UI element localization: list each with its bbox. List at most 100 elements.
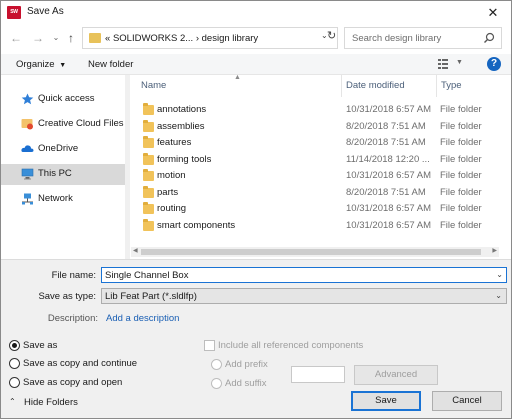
description-label: Description: bbox=[47, 313, 98, 324]
forward-arrow-icon[interactable]: → bbox=[31, 31, 45, 45]
file-name: forming tools bbox=[157, 153, 212, 165]
breadcrumb-parent[interactable]: SOLIDWORKS 2... bbox=[113, 33, 193, 44]
file-date: 10/31/2018 6:57 AM bbox=[346, 104, 432, 115]
scroll-left-icon[interactable]: ◀ bbox=[133, 247, 138, 254]
file-type: File folder bbox=[440, 186, 482, 198]
folder-icon bbox=[143, 185, 154, 198]
back-arrow-icon[interactable]: ← bbox=[9, 31, 23, 45]
file-date: 10/31/2018 6:57 AM bbox=[346, 219, 432, 231]
search-icon bbox=[484, 32, 495, 43]
file-date: 8/20/2018 7:51 AM bbox=[346, 137, 426, 148]
include-references-label: Include all referenced components bbox=[218, 340, 364, 351]
close-icon[interactable]: ✕ bbox=[483, 3, 503, 23]
column-header-name[interactable]: Name bbox=[141, 80, 166, 94]
recent-locations-chevron-icon[interactable]: ⌄ bbox=[49, 31, 63, 45]
include-references-checkbox[interactable] bbox=[204, 340, 215, 351]
chevron-up-icon[interactable]: ⌃ bbox=[9, 397, 16, 406]
list-item[interactable]: forming tools 11/14/2018 12:20 ... File … bbox=[139, 152, 511, 168]
view-dropdown-icon[interactable]: ▼ bbox=[456, 59, 463, 66]
folder-icon bbox=[89, 33, 101, 43]
list-item[interactable]: assemblies 8/20/2018 7:51 AM File folder bbox=[139, 119, 511, 135]
file-name: routing bbox=[157, 203, 187, 214]
navigation-pane: Quick access Creative Cloud Files OneDri… bbox=[1, 75, 128, 259]
add-prefix-radio[interactable] bbox=[211, 359, 222, 370]
breadcrumb-current[interactable]: design library bbox=[202, 33, 259, 44]
new-folder-button[interactable]: New folder bbox=[88, 59, 133, 70]
sidebar-item-label: OneDrive bbox=[38, 143, 79, 154]
search-box[interactable]: Search design library bbox=[344, 27, 502, 49]
list-item[interactable]: motion 10/31/2018 6:57 AM File folder bbox=[139, 168, 511, 184]
refresh-icon[interactable]: ↻ bbox=[327, 29, 336, 42]
list-item[interactable]: annotations 10/31/2018 6:57 AM File fold… bbox=[139, 102, 511, 118]
sidebar-item-this-pc[interactable]: This PC bbox=[1, 164, 125, 185]
scroll-right-icon[interactable]: ▶ bbox=[492, 247, 497, 254]
file-name: features bbox=[157, 137, 192, 148]
address-bar[interactable]: « SOLIDWORKS 2... › design library bbox=[82, 27, 338, 49]
save-button[interactable]: Save bbox=[351, 391, 421, 411]
sidebar-item-onedrive[interactable]: OneDrive bbox=[1, 139, 125, 160]
column-header-date[interactable]: Date modified bbox=[346, 80, 405, 94]
chevron-down-icon: ⌄ bbox=[495, 291, 502, 300]
file-name: annotations bbox=[157, 104, 207, 115]
sidebar-item-quick-access[interactable]: Quick access bbox=[1, 89, 125, 110]
folder-icon bbox=[143, 136, 154, 148]
file-type: File folder bbox=[440, 219, 482, 231]
sidebar-item-network[interactable]: Network bbox=[1, 189, 125, 210]
list-item[interactable]: features 8/20/2018 7:51 AM File folder bbox=[139, 135, 511, 151]
column-divider[interactable] bbox=[341, 75, 342, 97]
list-item[interactable]: routing 10/31/2018 6:57 AM File folder bbox=[139, 201, 511, 217]
file-name: smart components bbox=[157, 219, 236, 231]
save-as-type-value: Lib Feat Part (*.sldlfp) bbox=[105, 291, 197, 302]
add-suffix-radio[interactable] bbox=[211, 378, 222, 389]
path-prefix: « bbox=[105, 33, 111, 44]
file-type: File folder bbox=[440, 170, 482, 181]
navigation-pane-scrollbar[interactable] bbox=[125, 75, 130, 259]
network-icon bbox=[22, 193, 33, 205]
file-name: assemblies bbox=[157, 120, 205, 132]
folder-icon bbox=[143, 218, 154, 231]
sidebar-item-label: This PC bbox=[38, 168, 72, 179]
folder-icon bbox=[143, 152, 154, 165]
save-as-copy-open-label[interactable]: Save as copy and open bbox=[23, 377, 122, 388]
file-name: parts bbox=[157, 186, 179, 198]
save-as-copy-continue-label[interactable]: Save as copy and continue bbox=[23, 358, 137, 369]
prefix-suffix-input[interactable] bbox=[291, 366, 345, 383]
column-header-type[interactable]: Type bbox=[441, 80, 462, 94]
search-input[interactable]: Search design library bbox=[352, 33, 441, 44]
organize-label: Organize bbox=[16, 59, 55, 70]
organize-button[interactable]: Organize ▼ bbox=[16, 59, 66, 70]
save-as-copy-continue-radio[interactable] bbox=[9, 358, 20, 369]
save-as-copy-open-radio[interactable] bbox=[9, 377, 20, 388]
list-item[interactable]: smart components 10/31/2018 6:57 AM File… bbox=[139, 218, 511, 234]
file-date: 11/14/2018 12:20 ... bbox=[346, 153, 430, 165]
column-divider[interactable] bbox=[436, 75, 437, 97]
help-icon[interactable]: ? bbox=[487, 57, 501, 71]
file-name-field[interactable]: Single Channel Box ⌄ bbox=[101, 267, 507, 283]
horizontal-scrollbar[interactable]: ◀ ▶ bbox=[131, 247, 499, 257]
star-icon bbox=[21, 93, 34, 105]
save-as-type-select[interactable]: Lib Feat Part (*.sldlfp) ⌄ bbox=[101, 288, 507, 304]
up-arrow-icon[interactable]: ↑ bbox=[64, 31, 78, 45]
cancel-button[interactable]: Cancel bbox=[432, 391, 502, 411]
file-type: File folder bbox=[440, 203, 482, 214]
hide-folders-button[interactable]: Hide Folders bbox=[24, 397, 78, 408]
breadcrumb-separator: › bbox=[195, 33, 199, 44]
folder-icon bbox=[143, 202, 154, 214]
title-bar: SW Save As ✕ bbox=[1, 1, 511, 25]
computer-icon bbox=[21, 168, 34, 180]
file-name: motion bbox=[157, 170, 186, 181]
save-as-radio[interactable] bbox=[9, 340, 20, 351]
scrollbar-thumb[interactable] bbox=[141, 249, 481, 255]
chevron-down-icon[interactable]: ⌄ bbox=[496, 270, 503, 279]
change-view-icon[interactable] bbox=[438, 58, 452, 70]
chevron-down-icon: ▼ bbox=[59, 62, 67, 69]
sidebar-item-creative-cloud[interactable]: Creative Cloud Files bbox=[1, 114, 125, 135]
add-description-link[interactable]: Add a description bbox=[106, 313, 179, 324]
save-form: File name: Single Channel Box ⌄ Save as … bbox=[1, 259, 511, 418]
save-as-option-label[interactable]: Save as bbox=[23, 340, 57, 351]
advanced-button[interactable]: Advanced bbox=[354, 365, 438, 385]
list-item[interactable]: parts 8/20/2018 7:51 AM File folder bbox=[139, 185, 511, 201]
cloud-icon bbox=[21, 145, 34, 152]
sidebar-item-label: Quick access bbox=[38, 93, 95, 104]
file-date: 10/31/2018 6:57 AM bbox=[346, 203, 432, 214]
